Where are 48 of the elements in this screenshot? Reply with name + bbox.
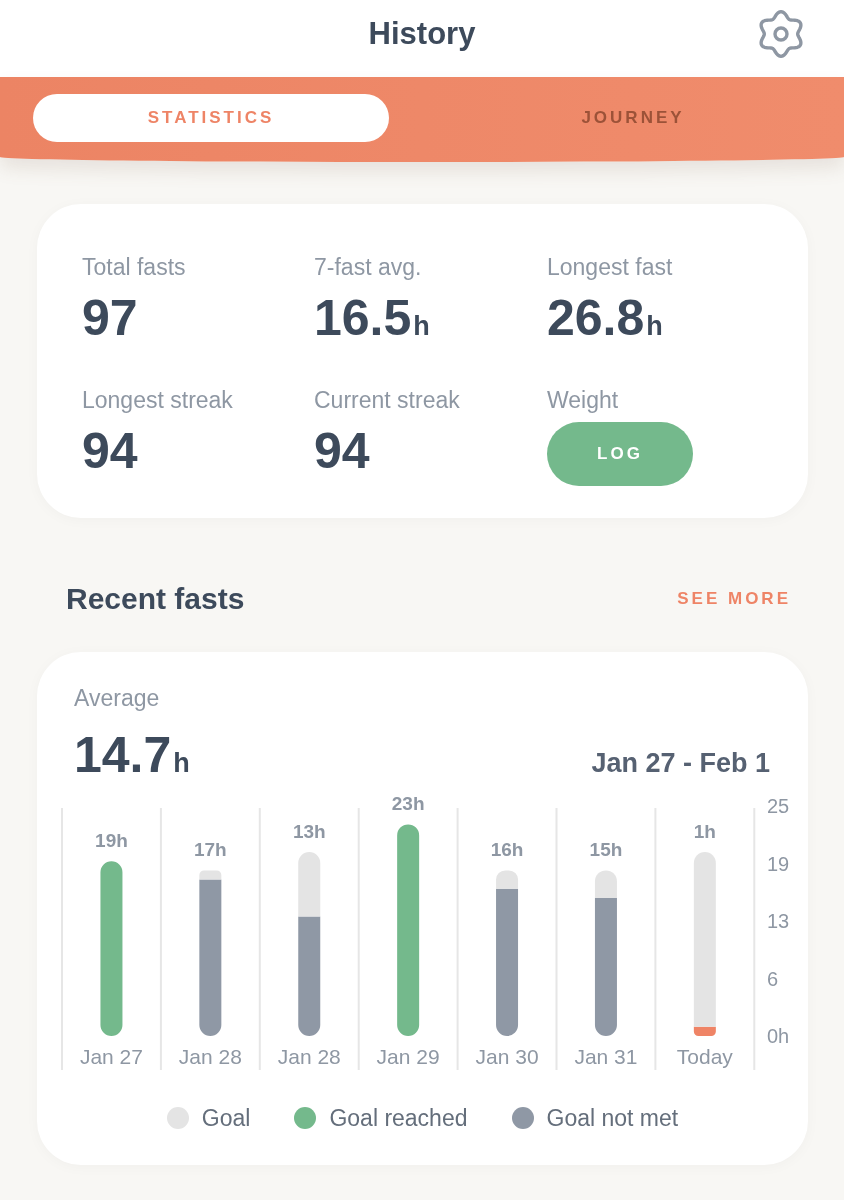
tab[interactable]: STATISTICS (33, 93, 389, 142)
value-label: 16h (490, 839, 524, 861)
fast-bar (693, 1026, 716, 1036)
settings-icon[interactable] (756, 8, 806, 59)
legend-label: Goal not met (546, 1104, 679, 1132)
value-label: 23h (391, 795, 425, 815)
value-label: 13h (292, 821, 326, 842)
legend-label: Goal reached (329, 1104, 468, 1132)
stat-label: 7-fast avg. (314, 254, 422, 280)
section-title: Recent fasts (66, 581, 245, 617)
stat-label: Longest fast (547, 254, 673, 280)
stat-value: 94 (314, 423, 370, 479)
log-button[interactable]: LOG (547, 422, 693, 486)
goal-bar (594, 870, 617, 898)
goal-bar (298, 852, 321, 917)
axis-label: 19 (767, 852, 790, 875)
screen-title: History (368, 15, 476, 52)
date-label: Jan 30 (475, 1045, 539, 1068)
value-label: 19h (95, 830, 128, 852)
value-label: 15h (589, 839, 623, 861)
average-value: 14.7 h (74, 727, 190, 783)
goal-bar (199, 870, 222, 880)
date-label: Today (676, 1045, 733, 1068)
date-label: Jan 31 (574, 1045, 638, 1068)
date-label: Jan 27 (79, 1045, 143, 1068)
axis-label: 25 (767, 795, 790, 817)
stat-value: 16.5h (314, 290, 430, 346)
axis-label: 13 (767, 910, 790, 932)
stat-label: Total fasts (82, 254, 186, 280)
date-range: Jan 27 - Feb 1 (591, 747, 770, 779)
axis-label: 0h (767, 1025, 790, 1047)
stat-value: 94 (82, 423, 138, 479)
legend-label: Goal (201, 1104, 251, 1132)
tab[interactable]: JOURNEY (455, 93, 811, 142)
date-label: Jan 29 (376, 1045, 440, 1068)
goal-bar (496, 870, 519, 889)
axis-label: 6 (767, 967, 779, 990)
stat-label: Longest streak (82, 387, 233, 413)
see-more-link[interactable]: SEE MORE (677, 589, 791, 609)
stat-value: 26.8h (547, 290, 663, 346)
stat-label: Current streak (314, 387, 460, 413)
value-label: 17h (194, 839, 227, 861)
stat-value: 97 (82, 290, 138, 346)
value-label: 1h (693, 821, 716, 842)
date-label: Jan 28 (178, 1045, 242, 1068)
date-label: Jan 28 (277, 1045, 341, 1068)
average-label: Average (74, 685, 160, 711)
stat-label: Weight (547, 387, 619, 413)
